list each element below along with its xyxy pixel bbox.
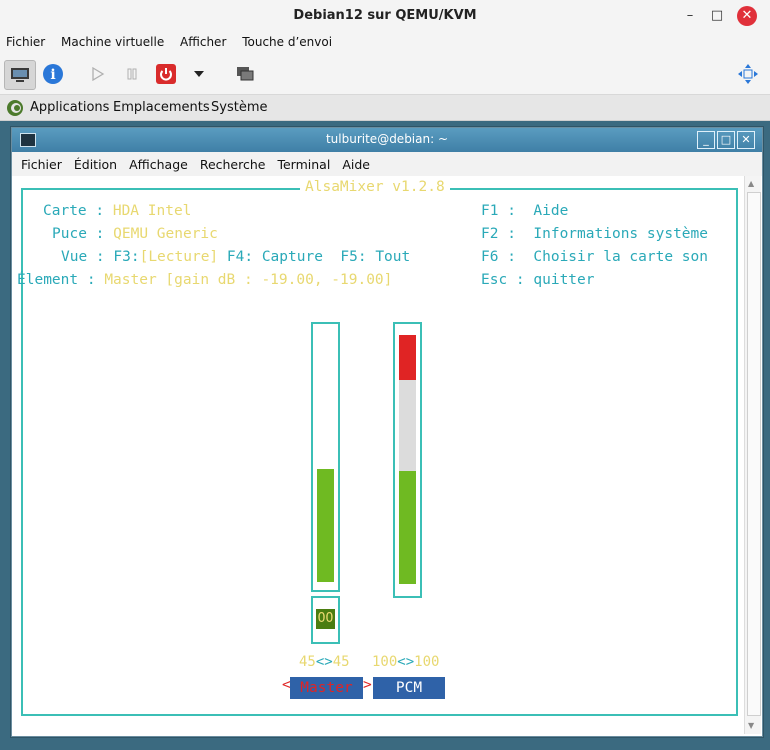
terminal-menu-terminal[interactable]: Terminal: [268, 152, 333, 172]
pcm-channel-tab[interactable]: PCM: [373, 677, 445, 699]
alsamixer-title: AlsaMixer v1.2.8: [300, 179, 450, 195]
pcm-level-left: 100: [372, 654, 398, 670]
terminal-menu-edition[interactable]: Édition: [65, 152, 120, 172]
guest-top-panel: Applications Emplacements Système: [0, 95, 770, 121]
snapshots-button[interactable]: [234, 62, 256, 86]
selection-right-marker: >: [363, 677, 372, 693]
terminal-close-button[interactable]: ✕: [737, 131, 755, 149]
fullscreen-button[interactable]: [736, 62, 760, 86]
panel-applications-menu[interactable]: Applications: [30, 100, 109, 115]
play-icon: [92, 67, 105, 81]
vm-menubar: Fichier Machine virtuelle Afficher Touch…: [0, 32, 770, 54]
view-f3-value[interactable]: [Lecture]: [140, 249, 219, 265]
alsamixer-frame: AlsaMixer v1.2.8: [21, 179, 738, 716]
help-f1-text: Aide: [533, 203, 569, 219]
power-button[interactable]: [155, 62, 177, 86]
item-value: Master [gain dB : -19.00, -19.00]: [104, 272, 393, 288]
terminal-minimize-button[interactable]: _: [697, 131, 715, 149]
terminal-menubar: Fichier Édition Affichage Recherche Terminal…: [12, 152, 762, 176]
help-f6-text: Choisir la carte son: [533, 249, 708, 265]
pcm-volume-green-segment: [399, 471, 416, 584]
window-titlebar: Debian12 sur QEMU/KVM – □ ✕: [0, 0, 770, 33]
run-button[interactable]: [87, 62, 109, 86]
help-esc-key: Esc :: [481, 272, 525, 288]
help-esc-text: quitter: [533, 272, 595, 288]
help-f1-key: F1 :: [481, 203, 516, 219]
pcm-level-separator: <>: [397, 654, 415, 670]
master-mute-box[interactable]: OO: [311, 596, 340, 644]
vm-toolbar: i: [0, 54, 770, 95]
terminal-maximize-button[interactable]: □: [717, 131, 735, 149]
panel-places-menu[interactable]: Emplacements: [113, 100, 210, 115]
terminal-menu-recherche[interactable]: Recherche: [191, 152, 269, 172]
pcm-volume-gray-segment: [399, 380, 416, 471]
master-level-right: 45: [332, 654, 350, 670]
minimize-button[interactable]: –: [680, 6, 700, 26]
terminal-titlebar: tulburite@debian: ~ _ □ ✕: [12, 128, 762, 152]
card-label: Carte :: [43, 203, 105, 219]
menu-fichier[interactable]: Fichier: [0, 32, 51, 49]
master-channel-tab[interactable]: Master: [290, 677, 363, 699]
scroll-up-arrow-icon[interactable]: ▲: [748, 179, 756, 188]
view-label: Vue :: [61, 249, 105, 265]
help-f2-text: Informations système: [533, 226, 708, 242]
master-volume-bar[interactable]: [311, 322, 340, 592]
pcm-volume-red-segment: [399, 335, 416, 380]
snapshot-icon: [237, 67, 254, 81]
scrollbar-thumb[interactable]: [747, 192, 761, 716]
chip-value: QEMU Generic: [113, 226, 218, 242]
terminal-menu-fichier[interactable]: Fichier: [12, 152, 65, 172]
menu-touche-envoi[interactable]: Touche d’envoi: [236, 32, 338, 49]
mate-logo-icon: [7, 100, 23, 116]
chip-label: Puce :: [52, 226, 105, 242]
pcm-level-right: 100: [414, 654, 440, 670]
view-f5-all[interactable]: F5: Tout: [340, 249, 410, 265]
terminal-scrollbar[interactable]: ▲ ▼: [744, 176, 761, 734]
panel-system-menu[interactable]: Système: [211, 100, 267, 115]
info-icon: i: [43, 64, 63, 84]
menu-afficher[interactable]: Afficher: [174, 32, 232, 49]
window-title: Debian12 sur QEMU/KVM: [293, 8, 477, 23]
vm-window: Debian12 sur QEMU/KVM – □ ✕ Fichier Mach…: [0, 0, 770, 750]
console-view-button[interactable]: [4, 60, 36, 90]
item-label: Élement :: [17, 272, 96, 288]
help-f6-key: F6 :: [481, 249, 516, 265]
resize-arrows-icon: [738, 64, 758, 84]
card-value: HDA Intel: [112, 203, 192, 219]
maximize-button[interactable]: □: [707, 6, 727, 26]
power-icon: [156, 64, 176, 84]
master-volume-fill: [317, 469, 334, 582]
terminal-window: tulburite@debian: ~ _ □ ✕ Fichier Édition…: [11, 127, 763, 737]
menu-machine-virtuelle[interactable]: Machine virtuelle: [55, 32, 170, 49]
terminal-screen[interactable]: AlsaMixer v1.2.8 Carte : HDA Intel Puce …: [13, 176, 743, 734]
close-button[interactable]: ✕: [737, 6, 757, 26]
monitor-icon: [11, 68, 29, 82]
scroll-down-arrow-icon[interactable]: ▼: [748, 721, 756, 730]
terminal-title: tulburite@debian: ~: [325, 132, 449, 146]
details-button[interactable]: i: [41, 62, 65, 86]
pause-button[interactable]: [121, 62, 143, 86]
terminal-menu-affichage[interactable]: Affichage: [120, 152, 191, 172]
view-f3-key: F3:: [113, 249, 140, 265]
master-level-separator: <>: [315, 654, 333, 670]
svg-text:i: i: [50, 67, 55, 83]
terminal-menu-aide[interactable]: Aide: [333, 152, 373, 172]
pcm-volume-bar[interactable]: [393, 322, 422, 598]
power-menu-dropdown[interactable]: [189, 62, 209, 86]
caret-down-icon: [194, 71, 204, 77]
help-f2-key: F2 :: [481, 226, 516, 242]
view-f4-capture[interactable]: F4: Capture: [227, 249, 323, 265]
master-mute-indicator: OO: [316, 609, 335, 629]
master-level-left: 45: [299, 654, 316, 670]
pause-icon: [127, 68, 137, 80]
